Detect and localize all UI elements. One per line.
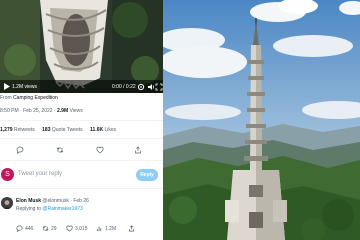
views-count-action[interactable]: 1.2M <box>96 225 116 233</box>
quotes-label: Quote Tweets <box>51 127 83 133</box>
tweet-pane: 1.2M views 0:00 / 0:22 From Camping Expe… <box>0 0 163 240</box>
like-count-action[interactable]: 3,015 <box>66 225 88 233</box>
share-icon[interactable] <box>134 146 142 154</box>
like-icon[interactable] <box>96 146 104 154</box>
reply-button[interactable]: Reply <box>136 169 158 181</box>
tweet-date[interactable]: Feb 25, 2022 <box>23 108 52 114</box>
tweet-stats: 1,279 Retweets 183 Quote Tweets 11.6K Li… <box>0 127 122 133</box>
retweet-count-action[interactable]: 29 <box>42 225 57 233</box>
quotes-stat[interactable]: 183 Quote Tweets <box>42 127 83 133</box>
divider <box>0 160 163 161</box>
reply-input[interactable]: Tweet your reply <box>18 171 62 177</box>
from-prefix: From <box>0 95 12 101</box>
like-icon <box>66 225 73 232</box>
retweet-icon[interactable] <box>56 146 64 154</box>
divider <box>0 138 163 139</box>
retweets-label: Retweets <box>13 127 35 133</box>
retweet-count: 29 <box>51 226 57 232</box>
avatar[interactable]: S <box>1 168 14 181</box>
reply-author: Elon Musk @elonmusk · Feb 26 <box>16 198 89 204</box>
quotes-count: 183 <box>42 127 51 133</box>
settings-icon[interactable] <box>137 83 145 91</box>
reply-icon[interactable] <box>16 146 24 154</box>
video-views: 1.2M views <box>12 84 38 90</box>
fullscreen-icon[interactable] <box>155 83 163 91</box>
reply-icon <box>16 225 23 233</box>
share-action[interactable] <box>128 225 137 233</box>
author-name[interactable]: Elon Musk <box>16 198 41 204</box>
tweet-time[interactable]: 8:50 PM <box>0 108 19 114</box>
reply-date[interactable]: Feb 26 <box>73 198 89 204</box>
retweets-count: 1,279 <box>0 127 13 133</box>
divider <box>0 188 163 189</box>
tweet-source: From Camping Expedition <box>0 95 58 101</box>
views-icon <box>96 226 102 232</box>
views-count: 1.2M <box>105 226 117 232</box>
retweets-stat[interactable]: 1,279 Retweets <box>0 127 35 133</box>
video-time: 0:00 / 0:22 <box>112 84 136 90</box>
play-icon[interactable] <box>4 83 10 90</box>
user-avatar[interactable] <box>1 197 13 209</box>
avatar-image <box>1 198 13 209</box>
volume-icon[interactable] <box>147 83 155 91</box>
author-handle[interactable]: @elonmusk <box>42 198 68 204</box>
tower-photo-image <box>163 0 360 240</box>
reply-count: 446 <box>25 226 34 232</box>
replying-handle[interactable]: @Rainmaker1973 <box>42 206 82 212</box>
tweet-views-count: 2.9M <box>57 108 69 114</box>
reply-actions: 446 29 3,015 1.2M <box>16 225 163 235</box>
video-controls: 1.2M views 0:00 / 0:22 <box>0 80 163 93</box>
likes-stat[interactable]: 11.6K Likes <box>90 127 116 133</box>
likes-label: Likes <box>104 127 117 133</box>
from-account-link[interactable]: Camping Expedition <box>13 95 58 101</box>
share-icon <box>128 225 135 232</box>
divider <box>0 120 163 121</box>
reply-count-action[interactable]: 446 <box>16 225 33 233</box>
replying-to: Replying to @Rainmaker1973 <box>16 206 83 212</box>
tweet-views-label: Views <box>69 108 83 114</box>
retweet-icon <box>42 226 49 231</box>
video-player[interactable]: 1.2M views 0:00 / 0:22 <box>0 0 163 93</box>
tower-photo <box>163 0 360 240</box>
likes-count: 11.6K <box>90 127 104 133</box>
like-count: 3,015 <box>75 226 88 232</box>
tweet-meta: 8:50 PM · Feb 25, 2022 · 2.9M Views <box>0 108 83 114</box>
replying-prefix: Replying to <box>16 206 42 212</box>
